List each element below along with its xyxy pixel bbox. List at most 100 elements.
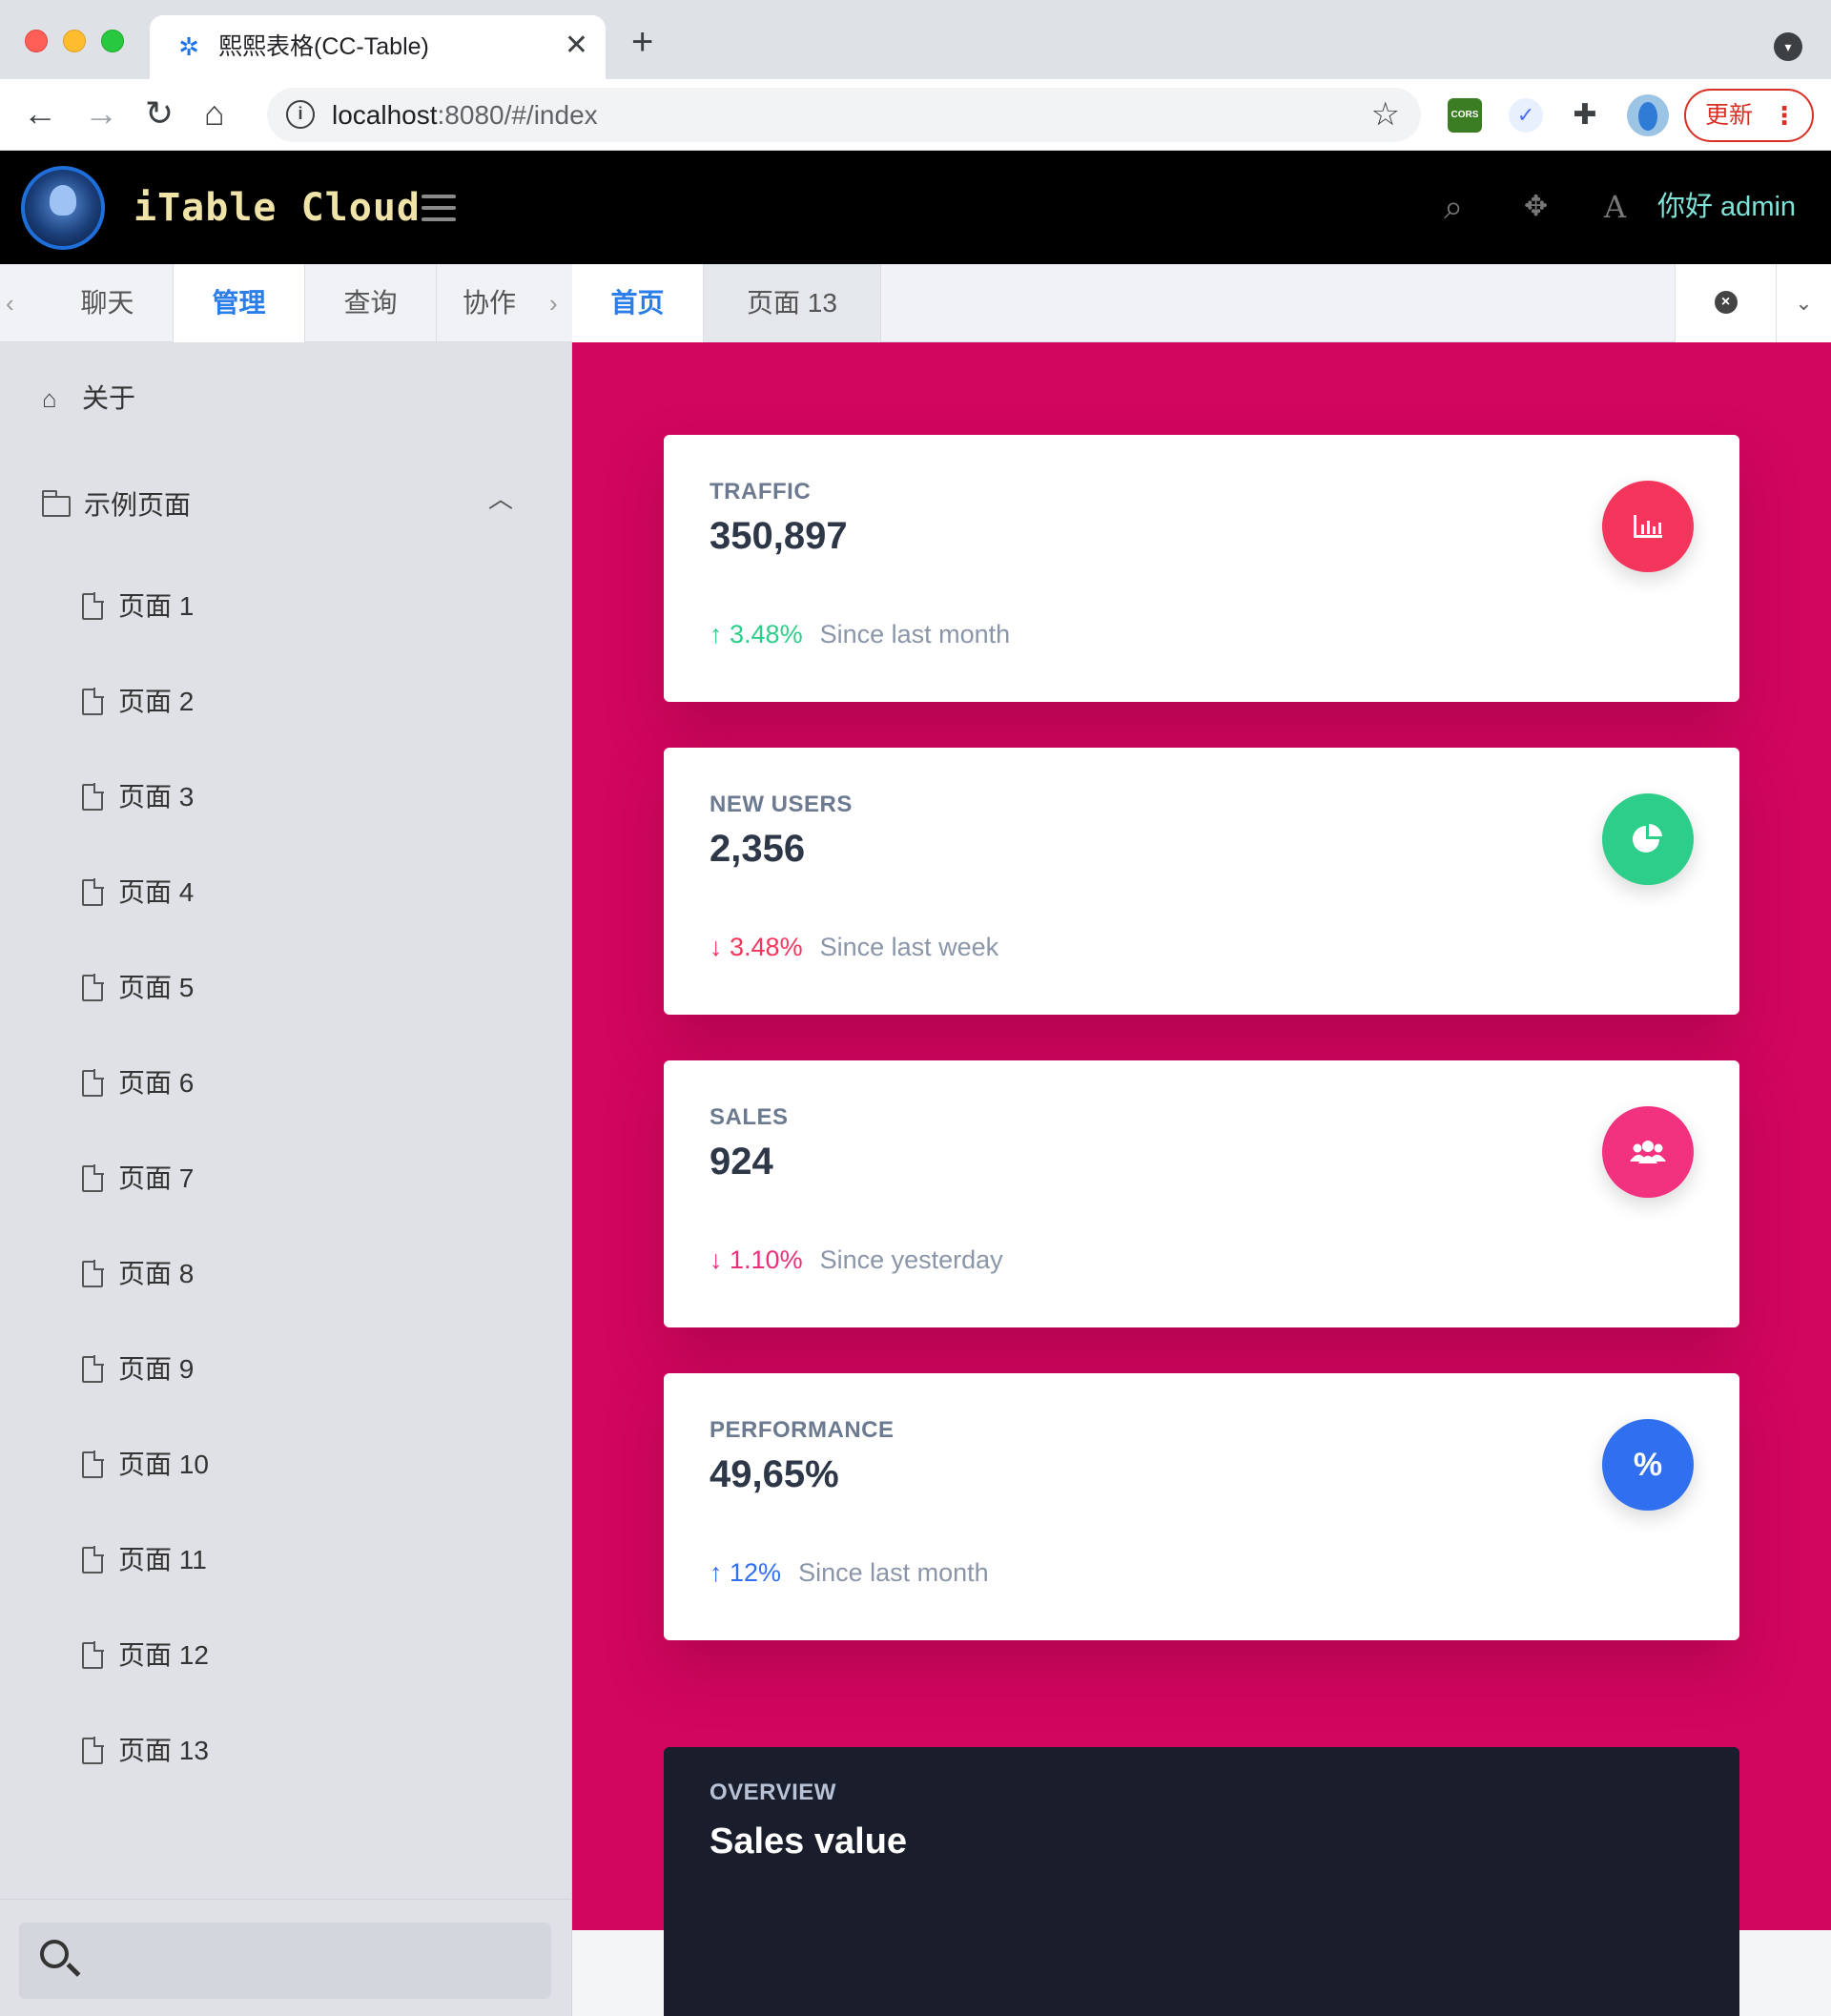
sidebar-item-page-11[interactable]: 页面 11: [82, 1544, 207, 1576]
close-tab-icon[interactable]: ✕: [565, 31, 588, 61]
main-content: TRAFFIC 350,897 ↑ 3.48% Since last month …: [572, 342, 1831, 2016]
sidebar-item-page-10[interactable]: 页面 10: [82, 1449, 209, 1481]
tab-query[interactable]: 查询: [305, 264, 437, 342]
search-icon[interactable]: ⌕: [1444, 187, 1463, 227]
file-icon: [82, 1355, 104, 1383]
arrow-up-icon: ↑: [710, 620, 723, 648]
chevron-left-icon[interactable]: ‹: [6, 287, 14, 319]
tab-chat[interactable]: 聊天: [42, 264, 174, 342]
profile-avatar[interactable]: [1627, 94, 1669, 136]
sidebar-item-label: 页面 2: [118, 687, 195, 716]
file-icon: [82, 783, 104, 811]
stat-since: Since yesterday: [819, 1245, 1003, 1274]
sidebar-item-page-3[interactable]: 页面 3: [82, 781, 194, 813]
sidebar-search: [0, 1899, 572, 2016]
file-icon: [82, 974, 104, 1001]
sidebar-item-page-8[interactable]: 页面 8: [82, 1258, 194, 1290]
sidebar-item-page-7[interactable]: 页面 7: [82, 1162, 194, 1195]
address-bar[interactable]: i localhost:8080/#/index ☆: [267, 88, 1421, 142]
sidebar-item-label: 页面 7: [118, 1163, 195, 1193]
stat-change: ↑ 12% Since last month: [710, 1556, 989, 1589]
sidebar-group-examples[interactable]: 示例页面: [41, 489, 191, 522]
chart-pie-icon: [1602, 793, 1694, 885]
sidebar-tabs: ‹ 聊天 管理 查询 协作 ›: [0, 264, 572, 342]
window-zoom-button[interactable]: [101, 30, 124, 52]
stat-card-sales: SALES 924 ↓ 1.10% Since yesterday: [664, 1060, 1739, 1327]
bookmark-star-icon[interactable]: ☆: [1371, 95, 1400, 134]
file-icon: [82, 1450, 104, 1478]
reload-icon[interactable]: ↻: [145, 94, 174, 133]
forward-arrow-icon[interactable]: →: [84, 94, 118, 133]
window-close-button[interactable]: [25, 30, 48, 52]
tab-search-icon[interactable]: ▾: [1774, 32, 1802, 61]
sidebar-item-page-6[interactable]: 页面 6: [82, 1067, 194, 1100]
stat-since: Since last week: [819, 933, 999, 961]
arrow-down-icon: ↓: [710, 933, 723, 961]
tab-home[interactable]: 首页: [572, 264, 704, 342]
sidebar-item-page-5[interactable]: 页面 5: [82, 972, 194, 1004]
sidebar-item-about[interactable]: ⌂ 关于: [42, 382, 135, 415]
site-info-icon[interactable]: i: [286, 100, 315, 129]
font-size-icon[interactable]: A: [1604, 187, 1626, 227]
stat-value: 2,356: [710, 828, 806, 870]
home-icon[interactable]: ⌂: [204, 94, 225, 133]
close-circle-icon: ×: [1714, 291, 1738, 314]
extension-icon[interactable]: ✓: [1509, 98, 1543, 133]
sidebar-item-label: 页面 13: [118, 1736, 209, 1765]
browser-tab[interactable]: ✲ 熙熙表格(CC-Table) ✕: [150, 15, 606, 79]
sidebar-item-page-4[interactable]: 页面 4: [82, 876, 194, 909]
user-greeting[interactable]: 你好 admin: [1657, 191, 1796, 223]
stat-value: 49,65%: [710, 1453, 839, 1495]
browser-tab-title: 熙熙表格(CC-Table): [218, 33, 429, 60]
overview-title: Sales value: [710, 1821, 908, 1862]
sidebar-item-page-2[interactable]: 页面 2: [82, 686, 194, 718]
sidebar-item-label: 关于: [82, 383, 136, 413]
window-minimize-button[interactable]: [63, 30, 86, 52]
cors-extension-icon[interactable]: CORS: [1448, 98, 1482, 133]
users-icon: [1602, 1106, 1694, 1198]
hamburger-menu-icon[interactable]: [422, 195, 456, 221]
stat-since: Since last month: [798, 1558, 989, 1587]
stat-change-value: 1.10%: [730, 1245, 803, 1274]
sidebar-item-label: 页面 4: [118, 877, 195, 907]
sidebar-item-page-9[interactable]: 页面 9: [82, 1353, 194, 1386]
sidebar-item-page-12[interactable]: 页面 12: [82, 1639, 209, 1672]
sidebar-search-input[interactable]: [19, 1923, 551, 1999]
tab-collab[interactable]: 协作: [437, 264, 542, 342]
folder-icon: [41, 490, 71, 517]
back-arrow-icon[interactable]: ←: [23, 94, 57, 133]
stat-change: ↓ 3.48% Since last week: [710, 931, 998, 963]
file-icon: [82, 688, 104, 715]
chevron-right-icon[interactable]: ›: [549, 287, 558, 319]
stat-change-value: 3.48%: [730, 620, 803, 648]
sidebar-item-label: 页面 12: [118, 1640, 209, 1670]
new-tab-button[interactable]: +: [631, 23, 653, 61]
update-button[interactable]: 更新 ⋮: [1684, 89, 1814, 142]
chevron-up-icon[interactable]: ︿: [488, 484, 513, 513]
extensions-puzzle-icon[interactable]: ✚: [1568, 98, 1602, 133]
brand-title: iTable Cloud: [134, 186, 421, 230]
stat-value: 924: [710, 1141, 773, 1183]
stat-since: Since last month: [819, 620, 1011, 648]
content-tabs: 首页 页面 13 × ⌄: [572, 264, 1831, 342]
fullscreen-icon[interactable]: ✥: [1524, 187, 1548, 227]
file-icon: [82, 1069, 104, 1097]
file-icon: [82, 1260, 104, 1287]
stat-label: TRAFFIC: [710, 479, 812, 504]
sidebar-item-page-13[interactable]: 页面 13: [82, 1735, 209, 1767]
file-icon: [82, 878, 104, 906]
chevron-down-icon[interactable]: ⌄: [1776, 264, 1831, 342]
sidebar-item-label: 页面 3: [118, 782, 195, 812]
file-icon: [82, 592, 104, 620]
sidebar-item-label: 页面 11: [118, 1545, 207, 1574]
url-text[interactable]: localhost:8080/#/index: [332, 100, 598, 131]
sidebar-item-page-1[interactable]: 页面 1: [82, 590, 194, 623]
tab-manage[interactable]: 管理: [174, 264, 305, 342]
stat-value: 350,897: [710, 515, 848, 557]
sidebar-item-label: 页面 8: [118, 1259, 195, 1288]
file-icon: [82, 1164, 104, 1192]
stat-change-value: 12%: [730, 1558, 782, 1587]
tab-page-13[interactable]: 页面 13: [704, 264, 881, 342]
sidebar-item-label: 页面 5: [118, 973, 195, 1002]
close-all-tabs-button[interactable]: ×: [1675, 264, 1776, 342]
